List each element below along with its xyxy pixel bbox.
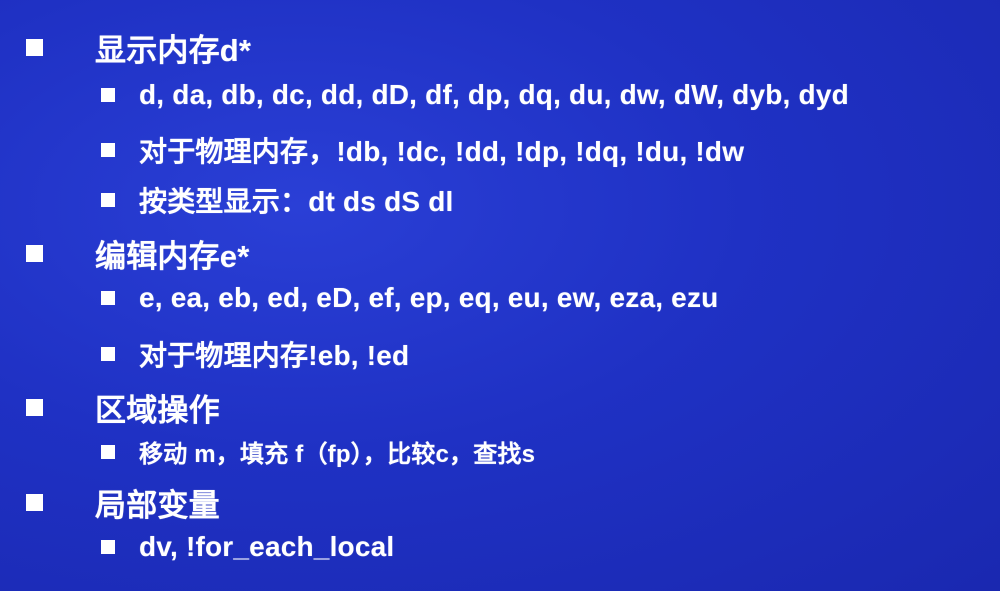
bullet-text: 局部变量 [95, 488, 220, 523]
square-bullet-icon [101, 540, 115, 554]
bullet-text: 区域操作 [95, 393, 220, 428]
sub-bullet-range-commands: 移动 m，填充 f（fp），比较c，查找s [101, 434, 535, 469]
slide: 显示内存d* d, da, db, dc, dd, dD, df, dp, dq… [0, 0, 1000, 591]
square-bullet-icon [26, 494, 43, 511]
sub-bullet-edit-commands: e, ea, eb, ed, eD, ef, ep, eq, eu, ew, e… [101, 282, 718, 314]
bullet-text: d, da, db, dc, dd, dD, df, dp, dq, du, d… [139, 79, 849, 110]
square-bullet-icon [101, 444, 115, 459]
bullet-item-range-operations: 区域操作 [26, 385, 220, 430]
sub-bullet-physical-memory-edit: 对于物理内存!eb, !ed [101, 334, 409, 374]
square-bullet-icon [26, 399, 43, 416]
square-bullet-icon [101, 347, 115, 361]
sub-bullet-physical-memory-display: 对于物理内存，!db, !dc, !dd, !dp, !dq, !du, !dw [101, 130, 744, 170]
bullet-item-display-memory: 显示内存d* [26, 25, 251, 70]
sub-bullet-display-by-type: 按类型显示：dt ds dS dl [101, 180, 454, 220]
bullet-item-edit-memory: 编辑内存e* [26, 231, 250, 276]
bullet-text: 显示内存d* [95, 33, 252, 68]
square-bullet-icon [26, 39, 43, 56]
square-bullet-icon [101, 143, 115, 157]
bullet-text: 移动 m，填充 f（fp），比较c，查找s [139, 441, 536, 468]
bullet-text: 编辑内存e* [95, 239, 250, 274]
bullet-text: 对于物理内存!eb, !ed [139, 340, 410, 371]
bullet-text: e, ea, eb, ed, eD, ef, ep, eq, eu, ew, e… [139, 282, 719, 313]
bullet-text: dv, !for_each_local [139, 531, 395, 562]
bullet-item-local-variables: 局部变量 [26, 480, 220, 525]
square-bullet-icon [26, 245, 43, 262]
sub-bullet-display-commands: d, da, db, dc, dd, dD, df, dp, dq, du, d… [101, 79, 849, 111]
bullet-text: 对于物理内存，!db, !dc, !dd, !dp, !dq, !du, !dw [139, 136, 745, 167]
sub-bullet-local-variable-commands: dv, !for_each_local [101, 531, 394, 563]
bullet-text: 按类型显示：dt ds dS dl [139, 186, 454, 217]
square-bullet-icon [101, 193, 115, 207]
square-bullet-icon [101, 291, 115, 305]
square-bullet-icon [101, 88, 115, 102]
